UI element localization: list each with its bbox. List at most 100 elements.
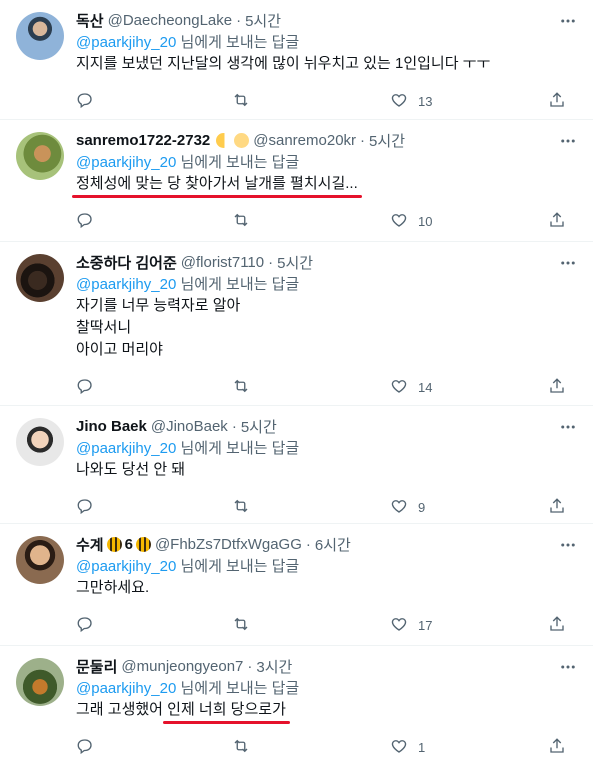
action-bar: 9 — [76, 487, 577, 527]
like-icon — [390, 211, 408, 232]
reply-context: @paarkjihy_20 님에게 보내는 답글 — [76, 33, 577, 53]
display-name[interactable]: Jino Baek — [76, 418, 147, 435]
tweet-line: 자기를 너무 능력자로 알아 — [76, 297, 241, 314]
reply-context-label: 님에게 보내는 답글 — [180, 276, 300, 293]
display-name[interactable]: 소중하다 김어준 — [76, 252, 177, 273]
reply-icon — [76, 377, 94, 398]
retweet-icon — [232, 615, 250, 636]
highlighted-text: 정체성에 맞는 당 찾아가서 날개를 펼치시길... — [72, 173, 362, 198]
more-icon[interactable] — [559, 254, 577, 272]
share-button[interactable] — [548, 737, 566, 758]
mention-link[interactable]: @paarkjihy_20 — [76, 34, 176, 51]
handle[interactable]: @DaecheongLake — [108, 12, 232, 29]
more-icon[interactable] — [559, 12, 577, 30]
share-button[interactable] — [548, 91, 566, 112]
reply-context-label: 님에게 보내는 답글 — [180, 154, 300, 171]
reply-icon — [76, 615, 94, 636]
avatar[interactable] — [16, 658, 64, 706]
reply-context: @paarkjihy_20 님에게 보내는 답글 — [76, 557, 577, 577]
tweet[interactable]: 문둘리 @munjeongyeon7 · 3시간 @paarkjihy_20 님… — [0, 646, 593, 765]
avatar[interactable] — [16, 12, 64, 60]
like-icon — [390, 497, 408, 518]
timestamp[interactable]: 5시간 — [245, 10, 281, 31]
tweet-text: 정체성에 맞는 당 찾아가서 날개를 펼치시길... — [72, 173, 577, 198]
reply-icon — [76, 497, 94, 518]
more-icon[interactable] — [559, 658, 577, 676]
retweet-button[interactable] — [232, 211, 250, 232]
handle[interactable]: @JinoBaek — [151, 418, 228, 435]
display-name[interactable]: 수계 — [76, 534, 104, 555]
like-icon — [390, 377, 408, 398]
like-button[interactable]: 14 — [390, 377, 432, 398]
like-button[interactable]: 13 — [390, 91, 432, 112]
retweet-icon — [232, 91, 250, 112]
retweet-button[interactable] — [232, 377, 250, 398]
timestamp[interactable]: 3시간 — [256, 656, 292, 677]
mention-link[interactable]: @paarkjihy_20 — [76, 440, 176, 457]
share-button[interactable] — [548, 615, 566, 636]
like-count: 1 — [418, 739, 426, 755]
reply-button[interactable] — [76, 377, 94, 398]
more-icon[interactable] — [559, 132, 577, 150]
reply-button[interactable] — [76, 497, 94, 518]
like-button[interactable]: 1 — [390, 737, 425, 758]
reply-icon — [76, 91, 94, 112]
share-icon — [548, 211, 566, 232]
retweet-button[interactable] — [232, 615, 250, 636]
display-name[interactable]: 문둘리 — [76, 656, 117, 677]
timestamp[interactable]: 6시간 — [315, 534, 351, 555]
mention-link[interactable]: @paarkjihy_20 — [76, 558, 176, 575]
mention-link[interactable]: @paarkjihy_20 — [76, 276, 176, 293]
avatar[interactable] — [16, 536, 64, 584]
handle[interactable]: @FhbZs7DtfxWgaGG — [155, 536, 302, 553]
share-icon — [548, 377, 566, 398]
like-count: 9 — [418, 499, 426, 515]
display-name-suffix: 6 — [124, 535, 133, 553]
mention-link[interactable]: @paarkjihy_20 — [76, 680, 176, 697]
handle[interactable]: @munjeongyeon7 — [121, 658, 243, 675]
reply-context-label: 님에게 보내는 답글 — [180, 558, 300, 575]
retweet-button[interactable] — [232, 91, 250, 112]
tweet-header: 문둘리 @munjeongyeon7 · 3시간 — [76, 656, 577, 676]
tweet[interactable]: 독산 @DaecheongLake · 5시간 @paarkjihy_20 님에… — [0, 0, 593, 120]
avatar[interactable] — [16, 132, 64, 180]
display-name[interactable]: 독산 — [76, 10, 104, 31]
mention-link[interactable]: @paarkjihy_20 — [76, 154, 176, 171]
like-button[interactable]: 17 — [390, 615, 432, 636]
reply-button[interactable] — [76, 91, 94, 112]
tweet-header: 독산 @DaecheongLake · 5시간 — [76, 10, 577, 30]
share-button[interactable] — [548, 497, 566, 518]
share-button[interactable] — [548, 377, 566, 398]
timestamp[interactable]: 5시간 — [277, 252, 313, 273]
more-icon[interactable] — [559, 536, 577, 554]
reply-button[interactable] — [76, 211, 94, 232]
handle[interactable]: @sanremo20kr — [253, 132, 356, 149]
tweet[interactable]: 수계 6 @FhbZs7DtfxWgaGG · 6시간 @paarkjihy_2… — [0, 524, 593, 646]
retweet-icon — [232, 737, 250, 758]
more-icon[interactable] — [559, 418, 577, 436]
retweet-button[interactable] — [232, 737, 250, 758]
share-button[interactable] — [548, 211, 566, 232]
tweet[interactable]: sanremo1722-2732 @sanremo20kr · 5시간 @paa… — [0, 120, 593, 242]
reply-icon — [76, 211, 94, 232]
timestamp[interactable]: 5시간 — [241, 416, 277, 437]
avatar[interactable] — [16, 254, 64, 302]
like-button[interactable]: 10 — [390, 211, 432, 232]
action-bar: 1 — [76, 727, 577, 765]
reply-button[interactable] — [76, 737, 94, 758]
tweet-text: 그만하세요. — [76, 577, 577, 599]
like-count: 13 — [418, 93, 433, 109]
avatar[interactable] — [16, 418, 64, 466]
retweet-button[interactable] — [232, 497, 250, 518]
moon-emoji-icon — [216, 132, 232, 148]
timestamp[interactable]: 5시간 — [369, 130, 405, 151]
display-name[interactable]: sanremo1722-2732 — [76, 132, 210, 149]
retweet-icon — [232, 497, 250, 518]
like-button[interactable]: 9 — [390, 497, 425, 518]
tweet-line: 그만하세요. — [76, 579, 150, 596]
handle[interactable]: @florist7110 — [181, 254, 264, 271]
separator-dot: · — [236, 11, 242, 29]
reply-button[interactable] — [76, 615, 94, 636]
tweet[interactable]: Jino Baek @JinoBaek · 5시간 @paarkjihy_20 … — [0, 406, 593, 524]
tweet[interactable]: 소중하다 김어준 @florist7110 · 5시간 @paarkjihy_2… — [0, 242, 593, 406]
